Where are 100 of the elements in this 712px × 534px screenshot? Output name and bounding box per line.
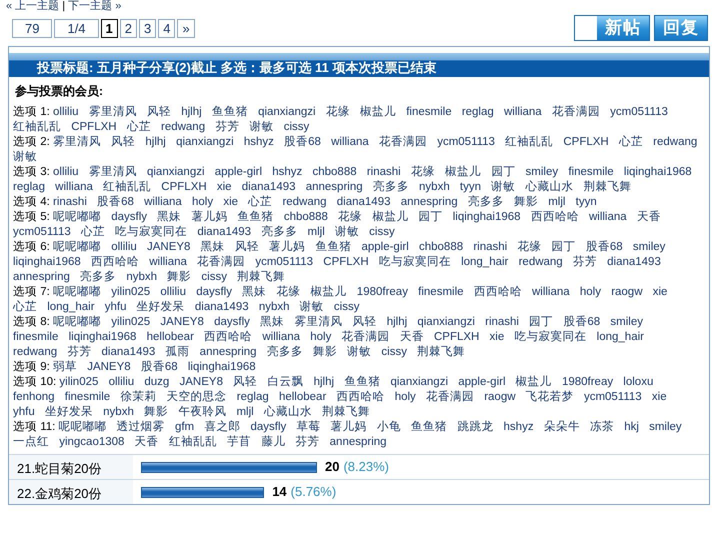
next-topic-link[interactable]: 下一主题 »: [68, 0, 122, 12]
member-link[interactable]: 呢呢嘟嘟: [53, 241, 101, 253]
member-link[interactable]: olliliu: [108, 376, 134, 388]
member-link[interactable]: redwang: [518, 256, 563, 268]
member-link[interactable]: 谢敏: [300, 301, 324, 313]
member-link[interactable]: 椒盐儿: [360, 106, 396, 118]
member-link[interactable]: 荆棘飞舞: [417, 346, 466, 358]
member-link[interactable]: 红袖乱乱: [13, 121, 61, 133]
member-link[interactable]: 鱼鱼猪: [411, 421, 448, 433]
member-link[interactable]: apple-girl: [458, 376, 506, 388]
member-link[interactable]: 白云飘: [267, 376, 304, 388]
member-link[interactable]: 芋苜: [227, 436, 252, 448]
member-link[interactable]: duzg: [144, 376, 170, 388]
member-link[interactable]: 鱼鱼猪: [315, 241, 352, 253]
member-link[interactable]: liqinghai1968: [13, 256, 81, 268]
member-link[interactable]: raogw: [484, 391, 516, 403]
member-link[interactable]: finesmile: [406, 106, 452, 118]
member-link[interactable]: 花香满园: [426, 391, 474, 403]
member-link[interactable]: smiley: [526, 166, 558, 178]
member-link[interactable]: 花香满园: [552, 106, 600, 118]
member-link[interactable]: annespring: [13, 271, 70, 283]
member-link[interactable]: 舞影: [312, 346, 337, 358]
member-link[interactable]: hshyz: [272, 166, 302, 178]
member-link[interactable]: 鱼鱼猪: [344, 376, 380, 388]
member-link[interactable]: olliliu: [53, 106, 79, 118]
member-link[interactable]: diana1493: [197, 226, 252, 238]
member-link[interactable]: williana: [331, 136, 369, 148]
member-link[interactable]: 荆棘飞舞: [584, 181, 632, 193]
member-link[interactable]: 孤雨: [165, 346, 190, 358]
member-link[interactable]: 谢敏: [334, 226, 359, 238]
member-link[interactable]: 亮多多: [261, 226, 298, 238]
member-link[interactable]: JANEY8: [160, 316, 204, 328]
member-link[interactable]: 红袖乱乱: [103, 181, 152, 193]
member-link[interactable]: 1980freay: [562, 376, 614, 388]
member-link[interactable]: 心芷: [248, 196, 272, 208]
member-link[interactable]: yilin025: [59, 376, 98, 388]
member-link[interactable]: 黑妹: [260, 316, 284, 328]
member-link[interactable]: long_hair: [596, 331, 644, 343]
member-link[interactable]: 芬芳: [295, 436, 320, 448]
member-link[interactable]: diana1493: [242, 181, 296, 193]
member-link[interactable]: 雾里清风: [294, 316, 342, 328]
member-link[interactable]: ycm051113: [610, 106, 668, 118]
member-link[interactable]: olliliu: [111, 241, 137, 253]
member-link[interactable]: 舞影: [514, 196, 538, 208]
member-link[interactable]: long_hair: [461, 256, 508, 268]
member-link[interactable]: chbo888: [418, 241, 464, 253]
member-link[interactable]: 花缘: [326, 106, 350, 118]
member-link[interactable]: rinashi: [485, 316, 519, 328]
member-link[interactable]: cissy: [284, 121, 310, 133]
member-link[interactable]: 一点红: [13, 436, 49, 448]
page-link[interactable]: 4: [158, 18, 176, 38]
member-link[interactable]: 西西哈哈: [204, 331, 252, 343]
member-link[interactable]: annespring: [200, 346, 257, 358]
member-link[interactable]: 西西哈哈: [91, 256, 139, 268]
member-link[interactable]: 芬芳: [572, 256, 597, 268]
member-link[interactable]: yhfu: [104, 301, 126, 313]
member-link[interactable]: cissy: [381, 346, 407, 358]
member-link[interactable]: JANEY8: [87, 361, 131, 373]
member-link[interactable]: 谢敏: [491, 181, 516, 193]
member-link[interactable]: 花香满园: [379, 136, 427, 148]
member-link[interactable]: 舞影: [167, 271, 192, 283]
member-link[interactable]: 草莓: [296, 421, 321, 433]
member-link[interactable]: hshyz: [244, 136, 274, 148]
member-link[interactable]: 花缘: [517, 241, 542, 253]
member-link[interactable]: mljl: [308, 226, 325, 238]
member-link[interactable]: yhfu: [13, 406, 35, 418]
member-link[interactable]: nybxh: [258, 301, 290, 313]
member-link[interactable]: 心芷: [13, 301, 37, 313]
member-link[interactable]: cissy: [334, 301, 360, 313]
member-link[interactable]: CPFLXH: [434, 331, 480, 343]
member-link[interactable]: 亮多多: [372, 181, 409, 193]
member-link[interactable]: 园丁: [529, 316, 554, 328]
member-link[interactable]: 风轻: [234, 241, 259, 253]
member-link[interactable]: 西西哈哈: [530, 211, 579, 223]
member-link[interactable]: rinashi: [473, 241, 508, 253]
member-link[interactable]: 吃与寂寞同在: [378, 256, 451, 268]
member-link[interactable]: williana: [588, 211, 627, 223]
member-link[interactable]: liqinghai1968: [624, 166, 692, 178]
member-link[interactable]: daysfly: [214, 316, 250, 328]
member-link[interactable]: 花香满园: [342, 331, 390, 343]
member-link[interactable]: qianxiangzi: [176, 136, 234, 148]
page-link[interactable]: 1: [100, 18, 118, 38]
member-link[interactable]: 园丁: [552, 241, 576, 253]
member-link[interactable]: 花缘: [410, 166, 435, 178]
member-link[interactable]: smiley: [649, 421, 682, 433]
page-link[interactable]: 2: [120, 18, 138, 38]
member-link[interactable]: williana: [149, 256, 187, 268]
member-link[interactable]: qianxiangzi: [390, 376, 448, 388]
member-link[interactable]: smiley: [632, 241, 666, 253]
member-link[interactable]: 股香68: [284, 136, 321, 148]
member-link[interactable]: 谢敏: [250, 121, 274, 133]
member-link[interactable]: reglag: [13, 181, 45, 193]
member-link[interactable]: 喜之郎: [204, 421, 240, 433]
member-link[interactable]: 椒盐儿: [310, 286, 347, 298]
member-link[interactable]: 呢呢嘟嘟: [53, 211, 101, 223]
member-link[interactable]: holy: [580, 286, 601, 298]
member-link[interactable]: chbo888: [284, 211, 328, 223]
member-link[interactable]: loloxu: [623, 376, 654, 388]
member-link[interactable]: 谢敏: [347, 346, 372, 358]
member-link[interactable]: 西西哈哈: [336, 391, 384, 403]
